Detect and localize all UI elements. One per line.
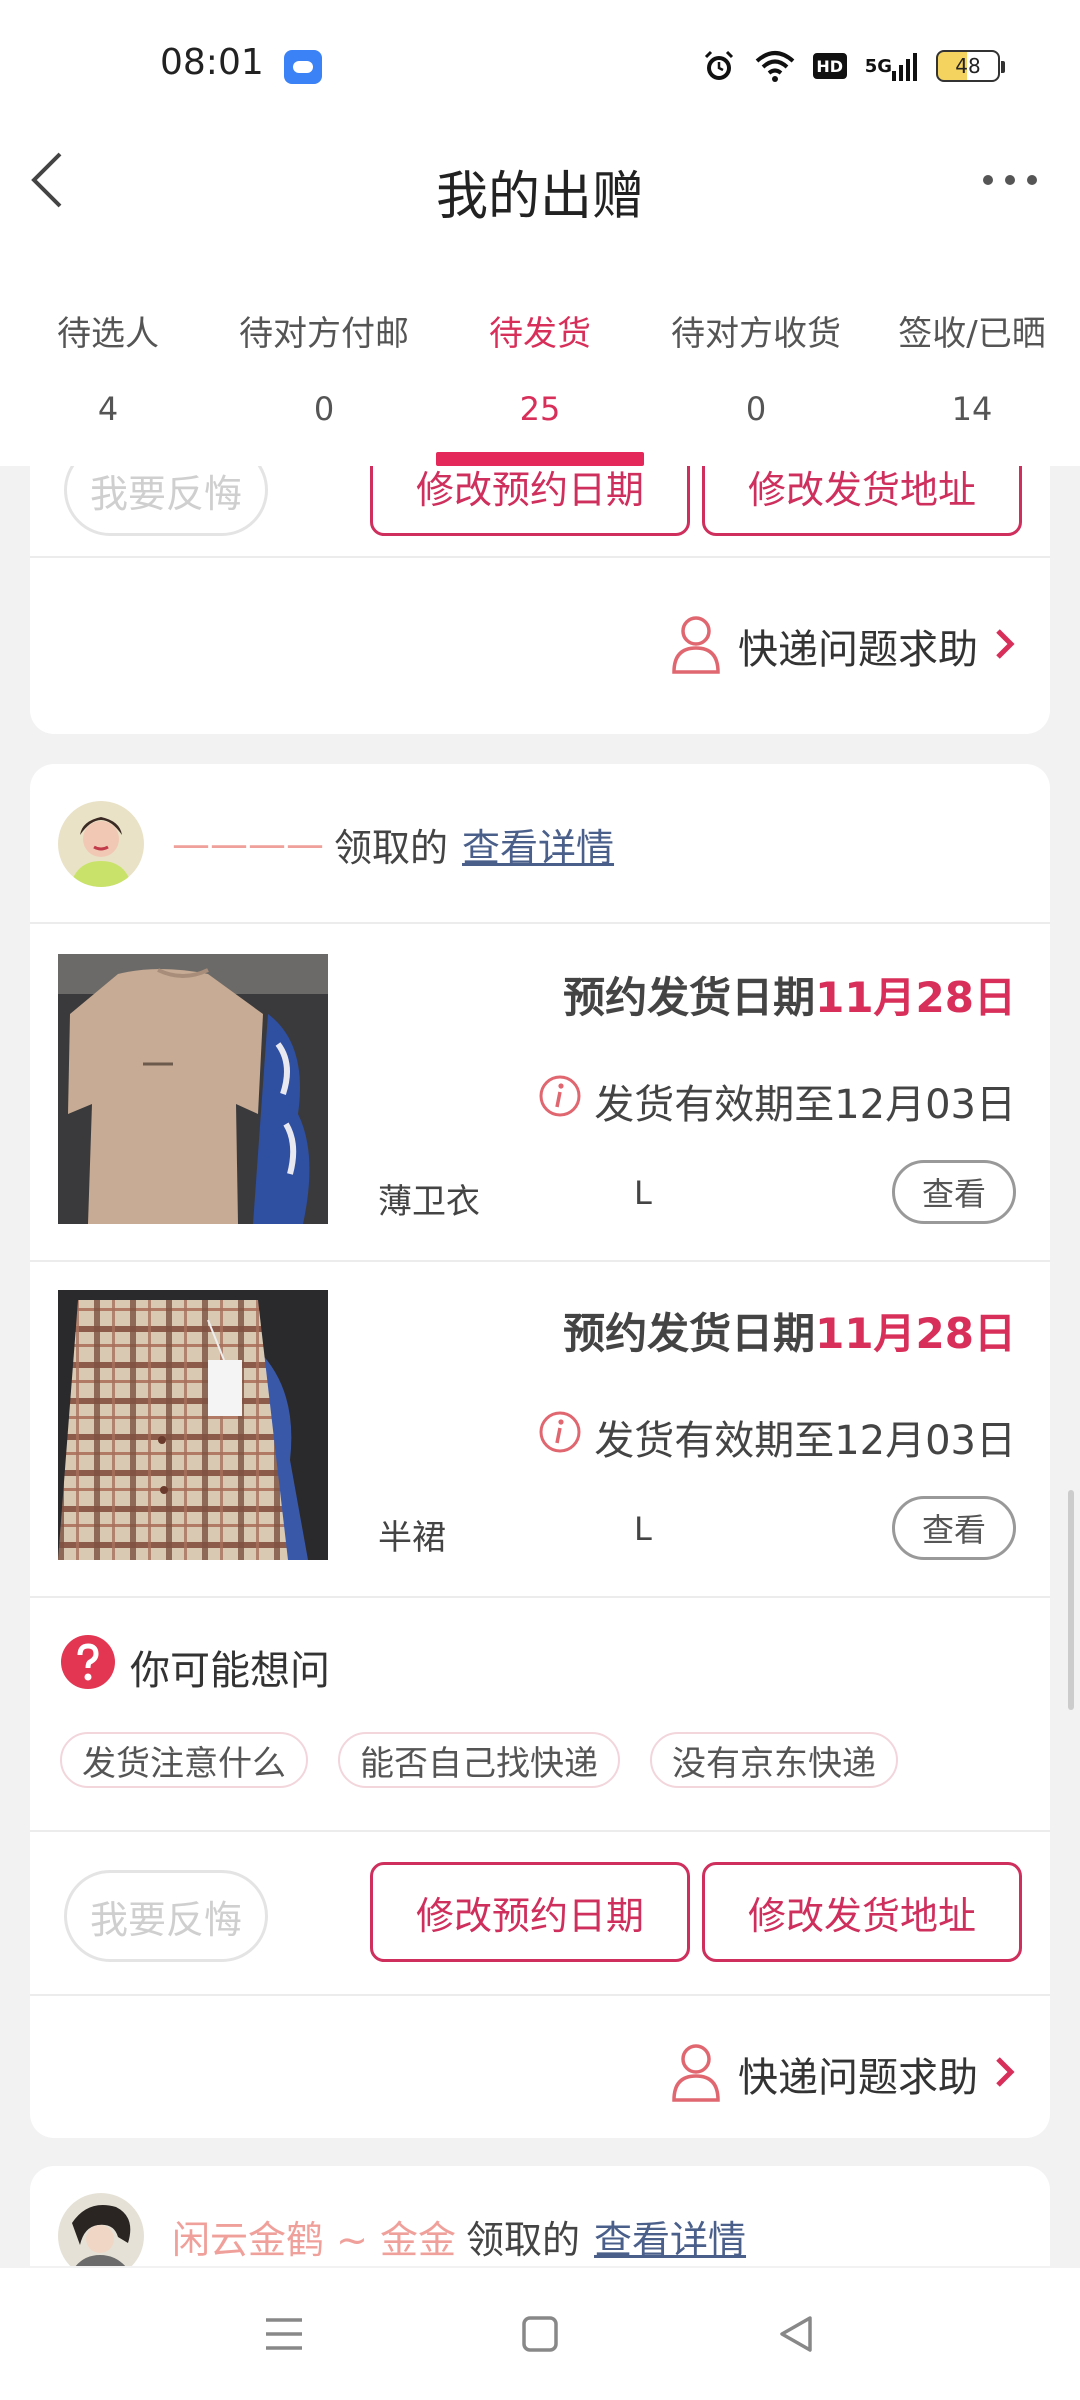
change-address-button[interactable]: 修改发货地址 — [702, 466, 1022, 536]
info-icon — [538, 1074, 582, 1128]
app-notification-icon — [284, 50, 322, 84]
claimed-label: 领取的 — [466, 2217, 581, 2262]
gift-item: 预约发货日期11月28日 发货有效期至12月03日 半裙 L 查看 — [30, 1260, 1050, 1596]
faq-title-text: 你可能想问 — [130, 1648, 330, 1694]
tab-count: 4 — [97, 390, 119, 428]
divider — [30, 556, 1050, 558]
faq-title: 你可能想问 — [60, 1634, 330, 1700]
divider — [30, 1994, 1050, 1996]
faq-chip[interactable]: 没有京东快递 — [650, 1732, 898, 1788]
courier-help-link[interactable]: 快递问题求助 — [670, 606, 1016, 686]
view-item-button[interactable]: 查看 — [892, 1496, 1016, 1560]
menu-icon[interactable] — [258, 2308, 310, 2360]
gift-card: 我要反悔 修改预约日期 修改发货地址 快递问题求助 — [30, 466, 1050, 734]
tab-received[interactable]: 签收/已晒 14 — [864, 240, 1080, 466]
faq-chips: 发货注意什么 能否自己找快递 没有京东快递 — [60, 1732, 898, 1788]
tab-pending-postage[interactable]: 待对方付邮 0 — [216, 240, 432, 466]
date-value: 11月28日 — [815, 1309, 1016, 1358]
change-address-button[interactable]: 修改发货地址 — [702, 1862, 1022, 1962]
view-item-button[interactable]: 查看 — [892, 1160, 1016, 1224]
tab-pending-receipt[interactable]: 待对方收货 0 — [648, 240, 864, 466]
scheduled-ship-date: 预约发货日期11月28日 — [563, 964, 1016, 1025]
chevron-right-icon — [994, 2055, 1016, 2093]
chevron-right-icon — [994, 627, 1016, 665]
active-tab-indicator — [436, 452, 644, 466]
status-time: 08:01 — [160, 42, 264, 83]
regret-button[interactable]: 我要反悔 — [64, 1870, 268, 1962]
tab-label: 待发货 — [489, 314, 591, 354]
tab-count: 0 — [745, 390, 767, 428]
tab-count: 0 — [313, 390, 335, 428]
scheduled-ship-date: 预约发货日期11月28日 — [563, 1300, 1016, 1361]
recipient-name: ———— — [172, 822, 324, 866]
person-icon — [670, 614, 722, 678]
tab-pending-shipment[interactable]: 待发货 25 — [432, 240, 648, 466]
view-details-link[interactable]: 查看详情 — [594, 2209, 746, 2264]
info-icon — [538, 1410, 582, 1464]
more-options-icon[interactable] — [980, 172, 1040, 188]
date-prefix: 预约发货日期 — [563, 973, 816, 1022]
status-bar: 08:01 HD 5G 48 — [0, 0, 1080, 140]
validity-text: 发货有效期至12月03日 — [594, 1082, 1016, 1128]
ship-validity: 发货有效期至12月03日 — [538, 1408, 1016, 1466]
item-photo[interactable] — [58, 954, 328, 1224]
gift-card: 闲云金鹤 ~ 金金 领取的 查看详情 — [30, 2166, 1050, 2266]
faq-section: 你可能想问 发货注意什么 能否自己找快递 没有京东快递 — [30, 1598, 1050, 1828]
item-size: L — [634, 1174, 652, 1212]
regret-button[interactable]: 我要反悔 — [64, 466, 268, 536]
validity-text: 发货有效期至12月03日 — [594, 1418, 1016, 1464]
header: 我的出赠 — [0, 120, 1080, 240]
divider — [30, 1830, 1050, 1832]
tab-label: 待对方付邮 — [239, 314, 409, 354]
courier-help-link[interactable]: 快递问题求助 — [670, 2034, 1016, 2114]
battery-icon: 48 — [936, 50, 1005, 82]
tab-count: 14 — [951, 390, 993, 428]
claimed-label: 领取的 — [334, 825, 449, 870]
home-square-icon[interactable] — [514, 2308, 566, 2360]
change-date-button[interactable]: 修改预约日期 — [370, 466, 690, 536]
wifi-icon — [755, 48, 795, 84]
tab-label: 签收/已晒 — [898, 314, 1046, 354]
help-label: 快递问题求助 — [738, 627, 978, 673]
item-name: 薄卫衣 — [378, 1182, 480, 1222]
gift-card: ———— 领取的 查看详情 预约发货日期11月28日 发货有效期至12月03日 … — [30, 764, 1050, 2138]
change-date-button[interactable]: 修改预约日期 — [370, 1862, 690, 1962]
tab-pending-select[interactable]: 待选人 4 — [0, 240, 216, 466]
item-name: 半裙 — [378, 1518, 446, 1558]
gift-item: 预约发货日期11月28日 发货有效期至12月03日 薄卫衣 L 查看 — [30, 924, 1050, 1260]
hd-icon: HD — [812, 53, 847, 79]
item-size: L — [634, 1510, 652, 1548]
action-row: 我要反悔 修改预约日期 修改发货地址 — [30, 466, 1050, 536]
faq-chip[interactable]: 发货注意什么 — [60, 1732, 308, 1788]
alarm-icon — [701, 48, 737, 84]
avatar[interactable] — [58, 2193, 144, 2266]
gift-list[interactable]: 我要反悔 修改预约日期 修改发货地址 快递问题求助 ———— 领取的 查看详情 — [0, 466, 1080, 2266]
tab-label: 待选人 — [57, 314, 159, 354]
avatar[interactable] — [58, 801, 144, 887]
faq-chip[interactable]: 能否自己找快递 — [338, 1732, 620, 1788]
system-nav-bar — [0, 2268, 1080, 2400]
person-icon — [670, 2042, 722, 2106]
recipient-name: 闲云金鹤 ~ 金金 — [172, 2217, 456, 2262]
date-value: 11月28日 — [815, 973, 1016, 1022]
page-title: 我的出赠 — [435, 167, 644, 227]
tab-label: 待对方收货 — [671, 314, 841, 354]
recipient-row: ———— 领取的 查看详情 — [30, 764, 1050, 924]
date-prefix: 预约发货日期 — [563, 1309, 816, 1358]
help-label: 快递问题求助 — [738, 2055, 978, 2101]
view-details-link[interactable]: 查看详情 — [462, 817, 614, 872]
question-icon — [60, 1634, 116, 1700]
item-photo[interactable] — [58, 1290, 328, 1560]
5g-signal-icon: 5G — [865, 48, 918, 84]
tab-count: 25 — [519, 390, 561, 428]
scrollbar-thumb[interactable] — [1068, 1490, 1074, 1710]
recipient-row: 闲云金鹤 ~ 金金 领取的 查看详情 — [30, 2166, 1050, 2266]
back-triangle-icon[interactable] — [770, 2308, 822, 2360]
status-icons: HD 5G 48 — [701, 46, 1005, 86]
status-tabs: 待选人 4 待对方付邮 0 待发货 25 待对方收货 0 签收/已晒 14 — [0, 240, 1080, 466]
ship-validity: 发货有效期至12月03日 — [538, 1072, 1016, 1130]
action-row: 我要反悔 修改预约日期 修改发货地址 — [30, 1862, 1050, 1962]
